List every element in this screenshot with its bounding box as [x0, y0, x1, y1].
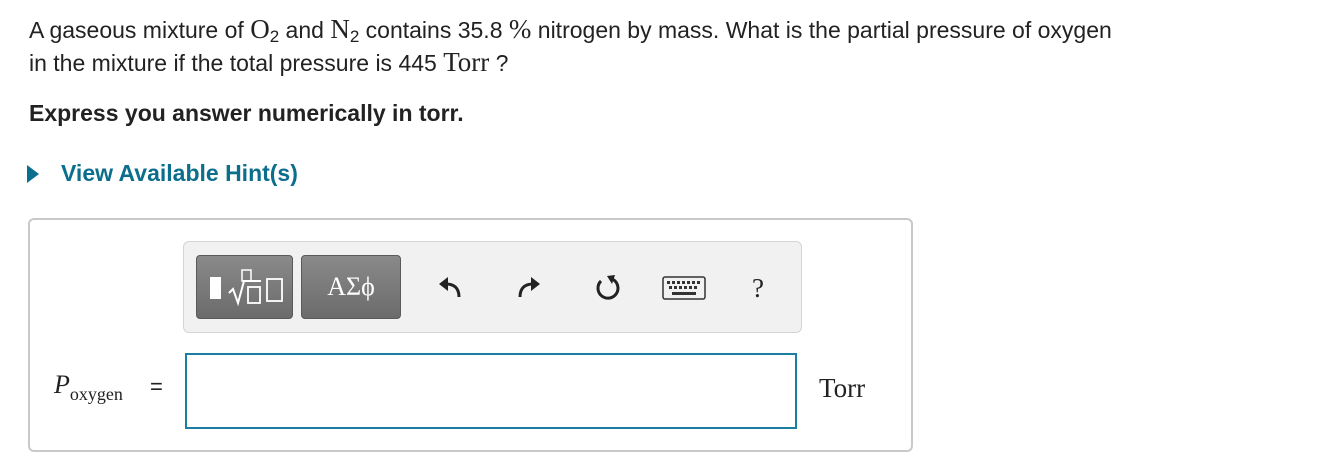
undo-button[interactable]: [432, 270, 468, 306]
question-fragment: A gaseous mixture of: [29, 17, 251, 43]
variable-symbol: P: [54, 370, 70, 399]
variable-subscript: oxygen: [69, 384, 123, 404]
keyboard-icon: [662, 276, 706, 300]
nitrogen-subscript: 2: [349, 27, 360, 46]
percent-symbol: %: [508, 14, 532, 44]
math-toolbar: ΑΣϕ ?: [183, 241, 802, 333]
templates-icon: [209, 269, 283, 307]
redo-icon: [518, 277, 540, 298]
question-text: A gaseous mixture of O2 and N2 contains …: [29, 13, 1309, 79]
oxygen-symbol: O: [250, 14, 270, 44]
question-fragment: ?: [489, 50, 509, 76]
question-fragment: and: [279, 17, 331, 43]
undo-icon: [439, 277, 461, 298]
keyboard-button[interactable]: [660, 270, 708, 306]
question-unit: Torr: [443, 47, 490, 77]
nitrogen-formula: N2: [330, 14, 360, 46]
greek-symbols-button[interactable]: ΑΣϕ: [301, 255, 401, 319]
question-fragment: in the mixture if the total pressure is …: [29, 50, 444, 76]
greek-symbols-label: ΑΣϕ: [327, 272, 375, 301]
equals-sign: =: [150, 374, 163, 399]
question-fragment: contains 35.8: [359, 17, 509, 43]
question-line-2: in the mixture if the total pressure is …: [29, 46, 1309, 79]
redo-button[interactable]: [511, 270, 547, 306]
caret-right-icon: [27, 164, 39, 183]
reset-icon: [596, 275, 620, 300]
reset-button[interactable]: [590, 270, 626, 306]
answer-input[interactable]: [185, 353, 797, 429]
help-button[interactable]: ?: [740, 270, 776, 306]
templates-button[interactable]: [196, 255, 293, 319]
variable-label: Poxygen: [54, 370, 123, 403]
answer-panel: ΑΣϕ ? Poxygen = Torr: [28, 218, 913, 452]
nitrogen-symbol: N: [330, 14, 350, 44]
oxygen-subscript: 2: [269, 27, 280, 46]
view-hints-toggle[interactable]: View Available Hint(s): [27, 160, 298, 187]
view-hints-label: View Available Hint(s): [61, 160, 298, 186]
help-icon: ?: [752, 272, 764, 303]
answer-unit: Torr: [819, 373, 866, 403]
oxygen-formula: O2: [250, 14, 280, 46]
question-line-1: A gaseous mixture of O2 and N2 contains …: [29, 13, 1309, 46]
answer-instruction: Express you answer numerically in torr.: [29, 100, 464, 126]
question-fragment: nitrogen by mass. What is the partial pr…: [531, 17, 1112, 43]
